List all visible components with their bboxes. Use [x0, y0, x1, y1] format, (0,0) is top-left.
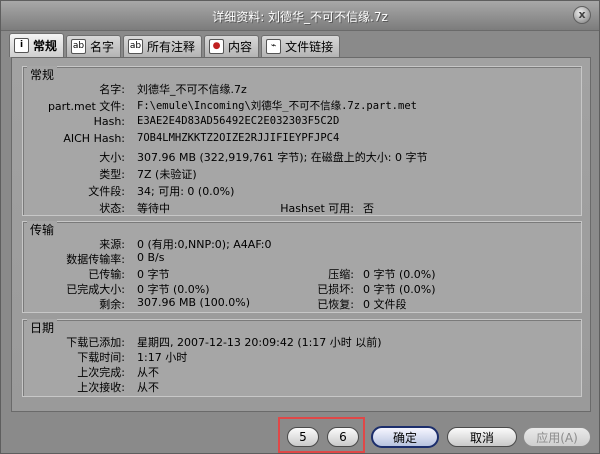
recovered-value: 0 文件段 [363, 298, 407, 311]
recovered-label: 已恢复: [317, 298, 354, 311]
download-time-value: 1:17 小时 [137, 351, 188, 364]
transferred-value: 0 字节 [137, 268, 170, 281]
rate-label: 数据传输率: [66, 253, 125, 266]
highlight-box [278, 417, 365, 453]
name-icon: ab [71, 39, 87, 54]
download-time-label: 下载时间: [77, 351, 125, 364]
dates-group: 日期 下载已添加: 星期四, 2007-12-13 20:09:42 (1:17… [22, 319, 582, 397]
last-received-value: 从不 [137, 381, 159, 394]
tab-content[interactable]: ● 内容 [204, 35, 260, 57]
close-icon: x [578, 8, 586, 21]
remaining-label: 剩余: [99, 298, 125, 311]
info-icon: i [14, 38, 29, 53]
cancel-button[interactable]: 取消 [447, 427, 517, 447]
completed-label: 已完成大小: [66, 283, 125, 296]
link-icon: ⌁ [266, 39, 282, 54]
apply-button[interactable]: 应用(A) [523, 427, 591, 447]
last-complete-value: 从不 [137, 366, 159, 379]
window-title: 详细资料: 刘德华_不可不信缘.7z [212, 10, 388, 24]
details-dialog: 详细资料: 刘德华_不可不信缘.7z x i 常规 ab 名字 ab 所有注释 … [0, 0, 600, 454]
group-title: 日期 [27, 319, 58, 336]
remaining-value: 307.96 MB (100.0%) [137, 296, 251, 309]
ok-button-label: 确定 [392, 430, 417, 445]
tab-file-links[interactable]: ⌁ 文件链接 [261, 35, 341, 57]
last-received-label: 上次接收: [77, 381, 125, 394]
tab-comments[interactable]: ab 所有注释 [123, 35, 203, 57]
tab-label: 名字 [90, 40, 115, 54]
cancel-button-label: 取消 [469, 430, 494, 445]
sources-value: 0 (有用:0,NNP:0); A4AF:0 [137, 238, 272, 251]
name-label: 名字: [99, 83, 125, 96]
hash-label: Hash: [93, 115, 125, 128]
tab-label: 内容 [228, 40, 253, 54]
general-group: 常规 名字: 刘德华_不可不信缘.7z part.met 文件: F:\emul… [22, 66, 582, 216]
content-icon: ● [209, 39, 225, 54]
added-label: 下载已添加: [66, 336, 125, 349]
completed-value: 0 字节 (0.0%) [137, 283, 210, 296]
tab-label: 常规 [33, 39, 58, 53]
compressed-value: 0 字节 (0.0%) [363, 268, 436, 281]
parts-label: 文件段: [88, 185, 125, 198]
group-title: 常规 [27, 66, 58, 83]
aich-label: AICH Hash: [63, 132, 125, 145]
tab-general[interactable]: i 常规 [9, 33, 65, 57]
partmet-label: part.met 文件: [47, 100, 125, 113]
apply-button-label: 应用(A) [536, 430, 578, 445]
ok-button[interactable]: 确定 [371, 426, 439, 448]
compressed-label: 压缩: [328, 268, 354, 281]
hashset-label: Hashset 可用: [280, 202, 354, 215]
group-title: 传输 [27, 221, 58, 238]
status-value: 等待中 [137, 202, 170, 215]
last-complete-label: 上次完成: [77, 366, 125, 379]
tab-label: 所有注释 [147, 40, 196, 54]
size-label: 大小: [99, 151, 125, 164]
name-value: 刘德华_不可不信缘.7z [137, 83, 247, 96]
title-bar[interactable]: 详细资料: 刘德华_不可不信缘.7z x [1, 1, 599, 31]
hashset-value: 否 [363, 202, 374, 215]
transfer-group: 传输 来源: 0 (有用:0,NNP:0); A4AF:0 数据传输率: 0 B… [22, 221, 582, 313]
rate-value: 0 B/s [137, 251, 165, 264]
corrupted-label: 已损坏: [317, 283, 354, 296]
status-label: 状态: [99, 202, 125, 215]
parts-value: 34; 可用: 0 (0.0%) [137, 185, 235, 198]
sources-label: 来源: [99, 238, 125, 251]
tab-names[interactable]: ab 名字 [66, 35, 122, 57]
type-label: 类型: [99, 168, 125, 181]
partmet-value: F:\emule\Incoming\刘德华_不可不信缘.7z.part.met [137, 100, 417, 112]
added-value: 星期四, 2007-12-13 20:09:42 (1:17 小时 以前) [137, 336, 382, 349]
aich-value: 7OB4LMHZKKTZ2OIZE2RJJIFIEYPFJPC4 [137, 132, 340, 144]
hash-value: E3AE2E4D83AD56492EC2E032303F5C2D [137, 115, 340, 127]
tab-label: 文件链接 [285, 40, 334, 54]
comments-icon: ab [128, 39, 144, 54]
tab-panel: 常规 名字: 刘德华_不可不信缘.7z part.met 文件: F:\emul… [11, 57, 591, 412]
tab-bar: i 常规 ab 名字 ab 所有注释 ● 内容 ⌁ 文件链接 [9, 33, 342, 57]
size-value: 307.96 MB (322,919,761 字节); 在磁盘上的大小: 0 字… [137, 151, 428, 164]
corrupted-value: 0 字节 (0.0%) [363, 283, 436, 296]
type-value: 7Z (未验证) [137, 168, 197, 181]
close-button[interactable]: x [573, 6, 591, 24]
transferred-label: 已传输: [88, 268, 125, 281]
